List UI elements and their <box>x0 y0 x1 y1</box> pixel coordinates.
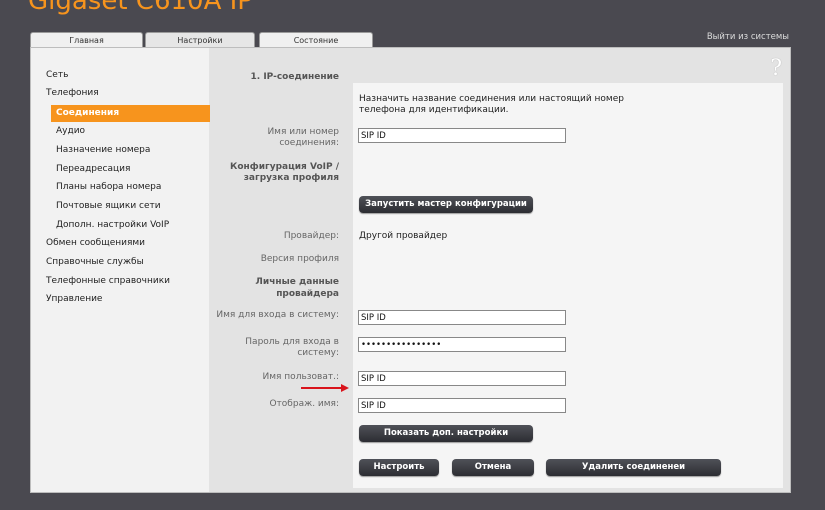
sidebar-item-network-mailboxes[interactable]: Почтовые ящики сети <box>56 201 161 211</box>
sidebar-item-info-services[interactable]: Справочные службы <box>46 257 144 267</box>
login-input[interactable] <box>358 310 566 325</box>
sidebar-item-messaging[interactable]: Обмен сообщениями <box>46 238 145 248</box>
personal-data-label-line1: Личные данные <box>255 277 339 287</box>
password-label-line1: Пароль для входа в <box>245 337 339 347</box>
sidebar-item-network[interactable]: Сеть <box>46 70 68 80</box>
sidebar-item-advanced-voip[interactable]: Дополн. настройки VoIP <box>56 220 169 230</box>
sidebar: Сеть Телефония Соединения Аудио Назначен… <box>31 48 210 492</box>
conn-name-label-line1: Имя или номер <box>267 127 339 137</box>
sidebar-item-forwarding[interactable]: Переадресация <box>56 164 130 174</box>
save-button[interactable]: Настроить <box>359 459 439 476</box>
provider-label: Провайдер: <box>283 231 339 241</box>
brand-logo: Gigaset C610A IP <box>28 0 253 16</box>
sidebar-item-number-assignment[interactable]: Назначение номера <box>56 145 150 155</box>
sidebar-item-audio[interactable]: Аудио <box>56 126 85 136</box>
intro-text-line1: Назначить название соединения или настоя… <box>359 94 624 104</box>
conn-name-label-line2: соединения: <box>279 138 339 148</box>
sidebar-item-directories[interactable]: Телефонные справочники <box>46 276 170 286</box>
wizard-button[interactable]: Запустить мастер конфигурации <box>359 196 533 213</box>
login-label: Имя для входа в систему: <box>216 310 339 320</box>
main-panel: Сеть Телефония Соединения Аудио Назначен… <box>30 47 791 493</box>
password-label-line2: систему: <box>297 348 339 358</box>
section-title: 1. IP-соединение <box>250 72 339 82</box>
cancel-button[interactable]: Отмена <box>452 459 534 476</box>
sidebar-item-connections[interactable]: Соединения <box>51 105 210 122</box>
display-name-input[interactable] <box>358 398 566 413</box>
provider-value: Другой провайдер <box>359 231 448 241</box>
personal-data-label-line2: провайдера <box>276 289 339 299</box>
sidebar-item-management[interactable]: Управление <box>46 294 102 304</box>
display-name-label: Отображ. имя: <box>269 399 339 409</box>
voip-config-label-line1: Конфигурация VoIP / <box>230 162 339 172</box>
tab-settings[interactable]: Настройки <box>145 32 255 47</box>
delete-connection-button[interactable]: Удалить соединенеи <box>546 459 721 476</box>
red-arrow-icon <box>301 384 349 392</box>
sidebar-item-telephony[interactable]: Телефония <box>46 88 99 98</box>
intro-text-line2: телефона для идентификации. <box>359 105 509 115</box>
help-icon[interactable]: ? <box>770 56 782 81</box>
sidebar-item-dial-plans[interactable]: Планы набора номера <box>56 182 161 192</box>
password-input[interactable] <box>358 337 566 352</box>
conn-name-input[interactable] <box>358 128 566 143</box>
logout-link[interactable]: Выйти из системы <box>707 32 789 42</box>
show-advanced-button[interactable]: Показать доп. настройки <box>359 425 533 442</box>
tab-home[interactable]: Главная <box>30 32 143 47</box>
voip-config-label-line2: загрузка профиля <box>243 173 339 183</box>
profile-version-label: Версия профиля <box>260 254 339 264</box>
username-input[interactable] <box>358 371 566 386</box>
username-label: Имя пользоват.: <box>262 372 340 382</box>
tab-status[interactable]: Состояние <box>259 32 373 47</box>
